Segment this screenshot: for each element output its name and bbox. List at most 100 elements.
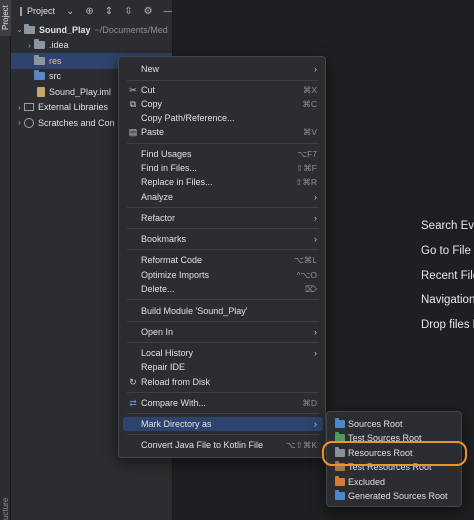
folder-icon [34,39,45,50]
menu-separator [127,207,319,208]
tree-row-idea[interactable]: › .idea [11,38,172,54]
menu-separator [127,80,319,81]
expand-icon[interactable]: ⇳ [124,6,132,17]
sources-root-folder-icon [335,418,345,428]
menu-separator [127,392,319,393]
menu-item-delete[interactable]: Delete... ⌦ [123,282,323,296]
menu-item-label: Copy [141,99,163,109]
menu-item-refactor[interactable]: Refactor › [123,211,323,225]
highlight-callout [322,441,467,466]
copy-icon: ⧉ [129,99,137,109]
menu-item-label: Reformat Code [141,255,203,265]
menu-item-open-in[interactable]: Open In › [123,325,323,339]
menu-item-new[interactable]: New › [123,62,323,76]
menu-item-label: Refactor [141,213,176,223]
tree-label: Scratches and Con [38,117,115,128]
shortcut-label: ⇧⌘R [295,176,317,187]
generated-sources-root-folder-icon [335,490,345,500]
tree-label: External Libraries [38,102,109,113]
chevron-right-icon: › [314,192,317,202]
chevron-down-icon[interactable]: ⌄ [15,25,24,34]
menu-item-analyze[interactable]: Analyze › [123,190,323,204]
menu-item-label: Local History [141,348,194,358]
menu-item-label: Open In [141,327,174,337]
menu-item-local-history[interactable]: Local History › [123,346,323,360]
hint-go-to-file: Go to File [421,245,471,257]
menu-item-replace-in-files[interactable]: Replace in Files... ⇧⌘R [123,175,323,189]
menu-item-bookmarks[interactable]: Bookmarks › [123,232,323,246]
module-file-icon [37,86,45,97]
hint-recent-files: Recent File [421,270,474,282]
menu-item-convert-java-to-kotlin[interactable]: Convert Java File to Kotlin File ⌥⇧⌘K [123,438,323,452]
collapse-icon[interactable]: ⇕ [105,6,113,17]
tree-label: .idea [49,40,69,51]
menu-separator [127,434,319,435]
shortcut-label: ⌥⇧⌘K [285,439,317,450]
gear-icon[interactable]: ⚙ [144,6,153,17]
menu-item-copy[interactable]: ⧉ Copy ⌘C [123,97,323,111]
menu-item-cut[interactable]: ✂ Cut ⌘X [123,83,323,97]
shortcut-label: ⌦ [304,283,317,294]
submenu-item-label: Generated Sources Root [348,491,448,501]
tree-label: res [49,55,62,66]
chevron-right-icon: › [314,348,317,358]
submenu-item-generated-sources-root[interactable]: Generated Sources Root [331,489,459,503]
menu-separator [127,228,319,229]
tree-row-project[interactable]: ⌄ Sound_Play ~/Documents/Med [11,22,172,38]
menu-item-label: Repair IDE [141,362,186,372]
minimize-icon[interactable]: — [164,6,172,17]
clipboard-icon: ▤ [128,127,138,137]
submenu-item-label: Excluded [348,477,386,487]
shortcut-label: ⌘D [302,397,317,408]
chevron-down-icon[interactable]: ⌄ [66,6,74,17]
menu-item-label: Reload from Disk [141,377,211,387]
menu-item-compare-with[interactable]: ⇄ Compare With... ⌘D [123,396,323,410]
tree-label: src [49,71,61,82]
structure-tool-tab[interactable]: ucture [0,496,11,520]
menu-separator [127,249,319,250]
submenu-item-label: Sources Root [348,419,403,429]
menu-item-label: New [141,64,160,74]
menu-separator [127,321,319,322]
chevron-right-icon[interactable]: › [15,118,24,127]
menu-item-find-usages[interactable]: Find Usages ⌥F7 [123,147,323,161]
project-tool-tab[interactable]: Project [0,0,11,36]
menu-item-find-in-files[interactable]: Find in Files... ⇧⌘F [123,161,323,175]
reload-icon: ↻ [129,377,137,387]
menu-item-paste[interactable]: ▤ Paste ⌘V [123,125,323,139]
menu-item-label: Bookmarks [141,234,187,244]
menu-item-label: Delete... [141,284,175,294]
menu-item-label: Optimize Imports [141,270,210,280]
menu-item-optimize-imports[interactable]: Optimize Imports ^⌥O [123,268,323,282]
submenu-item-excluded[interactable]: Excluded [331,475,459,489]
shortcut-label: ^⌥O [296,269,317,280]
shortcut-label: ⌥⌘L [293,254,317,265]
shortcut-label: ⌘C [302,98,317,109]
menu-item-copy-path[interactable]: Copy Path/Reference... [123,111,323,125]
panel-title[interactable]: Project [27,6,55,16]
menu-item-reload-from-disk[interactable]: ↻ Reload from Disk [123,375,323,389]
menu-separator [127,342,319,343]
target-icon[interactable]: ⊕ [85,6,93,17]
submenu-item-sources-root[interactable]: Sources Root [331,417,459,431]
chevron-right-icon[interactable]: › [25,41,34,50]
menu-item-label: Find Usages [141,149,192,159]
menu-item-mark-directory-as[interactable]: Mark Directory as › [123,417,323,431]
chevron-right-icon: › [314,419,317,429]
context-menu: New › ✂ Cut ⌘X ⧉ Copy ⌘C Copy Path/Reference.… [118,56,326,458]
hint-navigation-bar: Navigation [421,294,474,306]
project-path: ~/Documents/Med [94,24,168,35]
menu-item-reformat-code[interactable]: Reformat Code ⌥⌘L [123,253,323,267]
project-panel-header: Project ⌄ ⊕ ⇕ ⇳ ⚙ — [11,0,172,22]
scissors-icon: ✂ [129,85,137,95]
chevron-right-icon: › [314,64,317,74]
menu-item-label: Analyze [141,192,174,202]
menu-item-repair-ide[interactable]: Repair IDE [123,360,323,374]
menu-item-label: Compare With... [141,398,207,408]
tree-label: Sound_Play.iml [49,86,111,97]
menu-item-label: Cut [141,85,156,95]
menu-item-label: Find in Files... [141,163,198,173]
menu-item-label: Copy Path/Reference... [141,113,235,123]
chevron-right-icon[interactable]: › [15,103,24,112]
menu-item-build-module[interactable]: Build Module 'Sound_Play' [123,304,323,318]
